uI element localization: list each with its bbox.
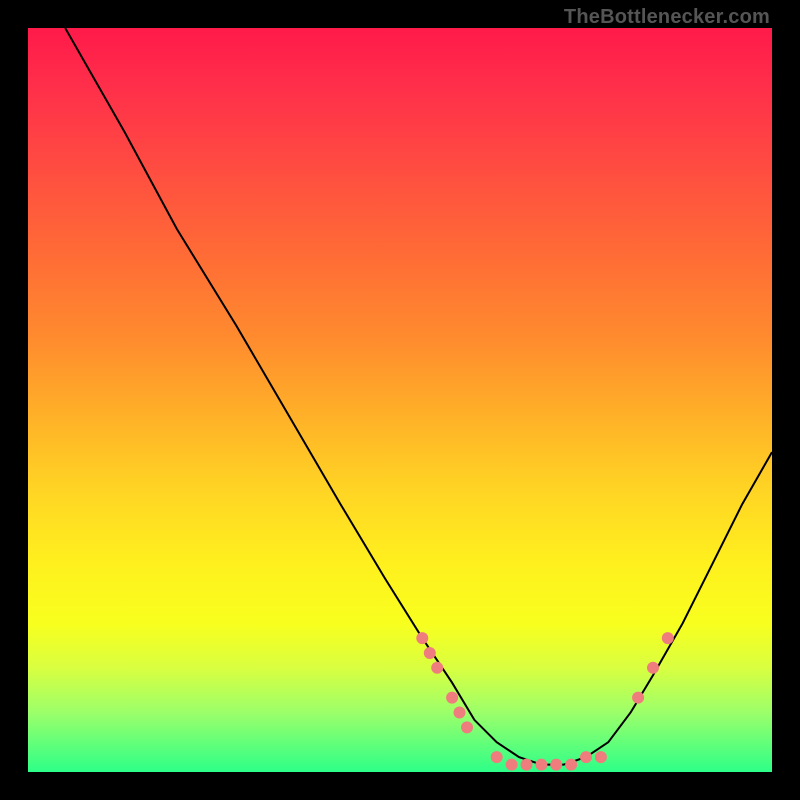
chart-marker (521, 759, 533, 771)
chart-marker (424, 647, 436, 659)
chart-marker (431, 662, 443, 674)
chart-marker (595, 751, 607, 763)
chart-marker (491, 751, 503, 763)
watermark-text: TheBottlenecker.com (564, 6, 770, 29)
chart-marker (416, 632, 428, 644)
chart-marker (446, 692, 458, 704)
chart-plot-area (28, 28, 772, 772)
bottleneck-curve (65, 28, 772, 765)
chart-marker (580, 751, 592, 763)
chart-marker (506, 759, 518, 771)
chart-marker (550, 759, 562, 771)
chart-marker (461, 721, 473, 733)
chart-marker (454, 707, 466, 719)
chart-marker (647, 662, 659, 674)
chart-marker (535, 759, 547, 771)
chart-svg (28, 28, 772, 772)
chart-marker (662, 632, 674, 644)
chart-marker (565, 759, 577, 771)
chart-marker (632, 692, 644, 704)
chart-markers (416, 632, 674, 771)
